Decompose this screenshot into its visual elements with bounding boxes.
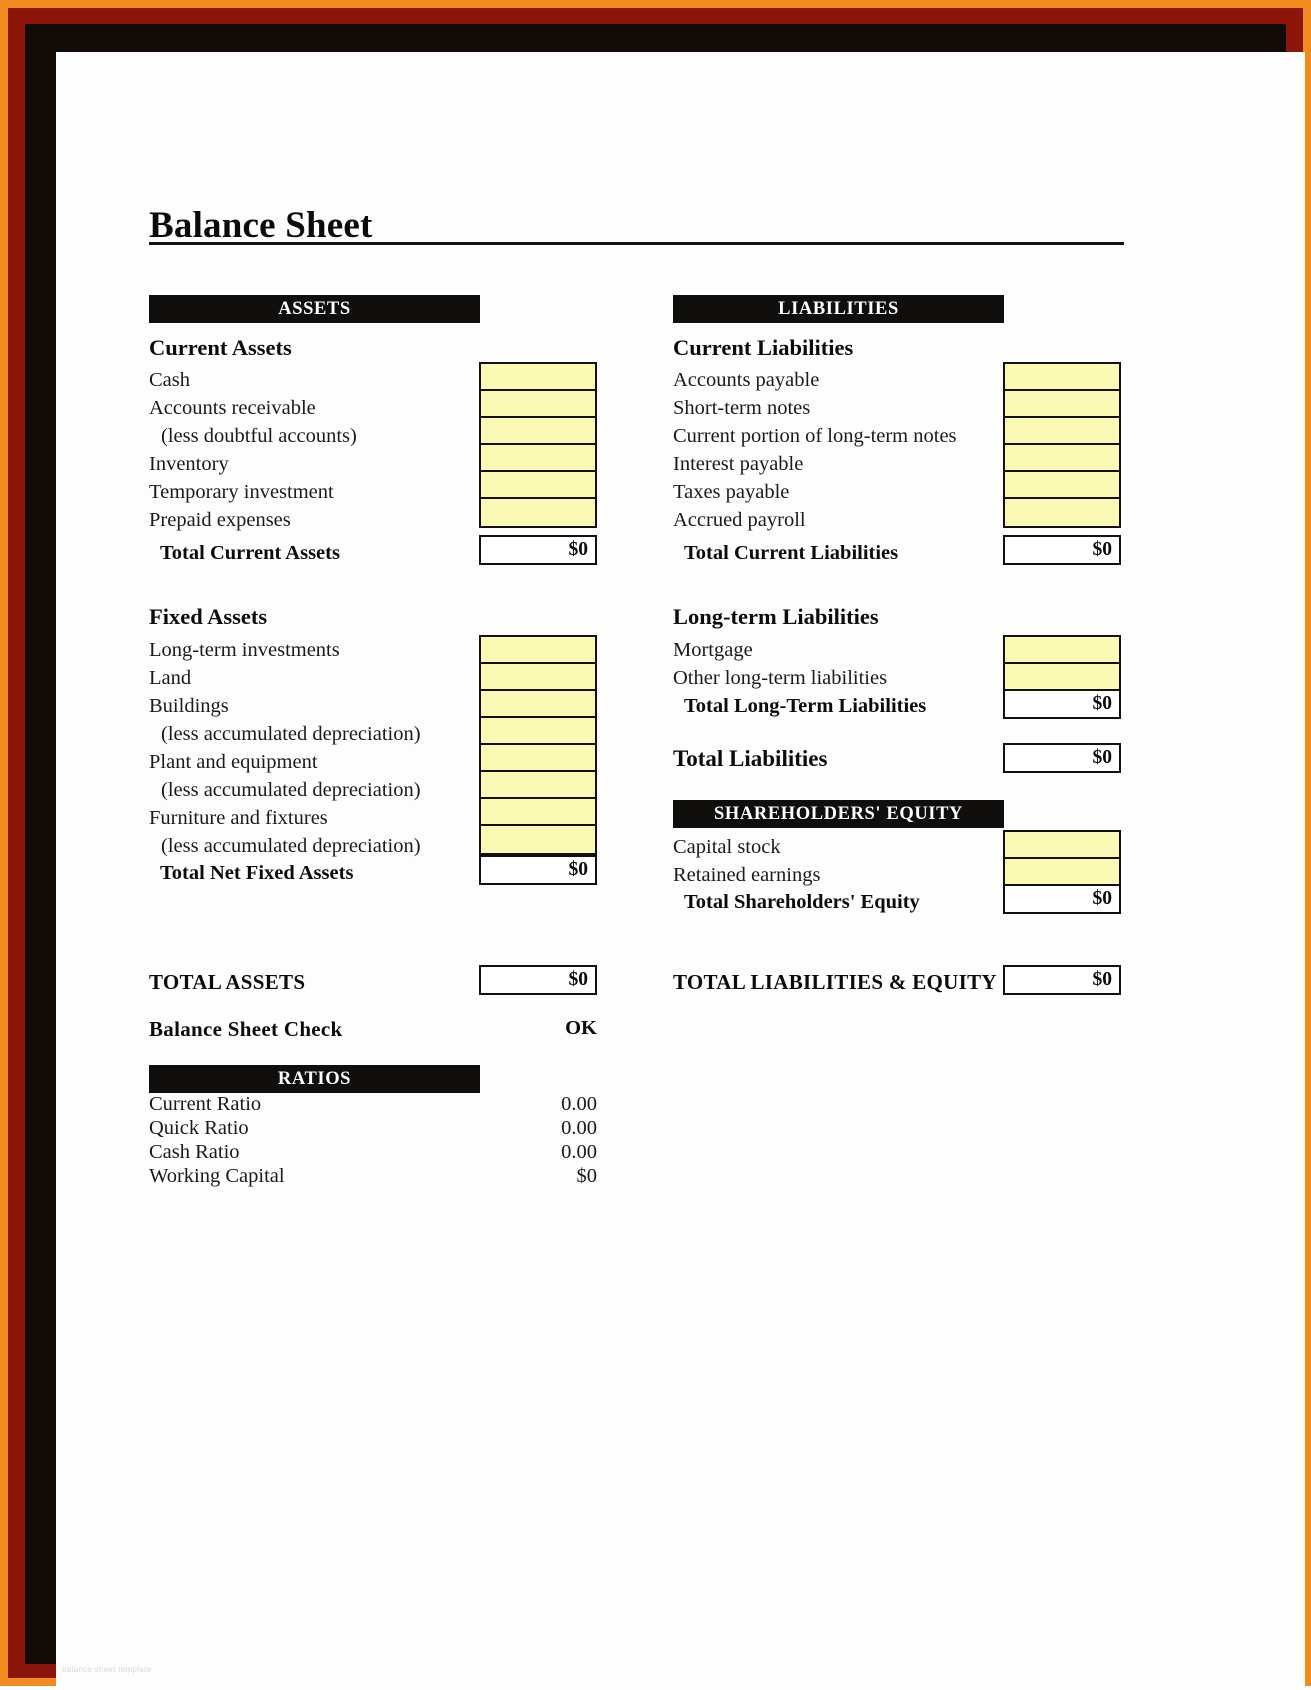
page-frame-inner: Balance Sheet ASSETS Current Assets Cash… xyxy=(25,24,1305,1690)
input-cell-long-term-investments[interactable] xyxy=(481,637,595,664)
page-frame-middle: Balance Sheet ASSETS Current Assets Cash… xyxy=(8,8,1305,1690)
input-cell-buildings-depreciation[interactable] xyxy=(481,718,595,745)
label-total-assets: TOTAL ASSETS xyxy=(149,970,306,994)
title-divider xyxy=(149,242,1124,245)
label-balance-sheet-check: Balance Sheet Check xyxy=(149,1017,343,1041)
value-total-liabilities: $0 xyxy=(1003,743,1121,773)
row-label-furniture-depreciation: (less accumulated depreciation) xyxy=(161,835,421,857)
row-label-retained-earnings: Retained earnings xyxy=(673,864,821,886)
row-label-capital-stock: Capital stock xyxy=(673,836,781,858)
value-total-long-term-liabilities: $0 xyxy=(1003,689,1121,719)
row-label-temporary-investment: Temporary investment xyxy=(149,481,334,503)
row-label-plant-and-equipment: Plant and equipment xyxy=(149,751,318,773)
label-total-long-term-liabilities: Total Long-Term Liabilities xyxy=(684,695,927,717)
row-label-prepaid-expenses: Prepaid expenses xyxy=(149,509,291,531)
input-cell-capital-stock[interactable] xyxy=(1005,832,1119,859)
heading-current-assets: Current Assets xyxy=(149,335,292,360)
value-total-net-fixed-assets: $0 xyxy=(479,855,597,885)
watermark-text: balance sheet template xyxy=(62,1665,152,1674)
value-total-current-assets: $0 xyxy=(479,535,597,565)
label-total-shareholders-equity: Total Shareholders' Equity xyxy=(684,891,920,913)
input-group-current-liabilities xyxy=(1003,362,1121,528)
row-value-working-capital: $0 xyxy=(576,1165,598,1187)
page-frame-outer: Balance Sheet ASSETS Current Assets Cash… xyxy=(0,0,1311,1690)
section-band-ratios: RATIOS xyxy=(149,1065,480,1093)
heading-fixed-assets: Fixed Assets xyxy=(149,604,268,629)
label-total-current-liabilities: Total Current Liabilities xyxy=(684,542,899,564)
input-cell-other-long-term-liabilities[interactable] xyxy=(1005,664,1119,691)
row-label-long-term-investments: Long-term investments xyxy=(149,639,340,661)
row-label-furniture-and-fixtures: Furniture and fixtures xyxy=(149,807,328,829)
row-label-other-long-term-liabilities: Other long-term liabilities xyxy=(673,667,888,689)
row-label-plant-depreciation: (less accumulated depreciation) xyxy=(161,779,421,801)
row-label-working-capital: Working Capital xyxy=(149,1165,285,1187)
row-value-cash-ratio: 0.00 xyxy=(561,1141,597,1163)
section-band-liabilities: LIABILITIES xyxy=(673,295,1004,323)
row-label-cash-ratio: Cash Ratio xyxy=(149,1141,240,1163)
row-label-accounts-payable: Accounts payable xyxy=(673,369,820,391)
input-cell-plant-and-equipment[interactable] xyxy=(481,745,595,772)
value-balance-sheet-check: OK xyxy=(565,1017,597,1039)
label-total-current-assets: Total Current Assets xyxy=(160,542,340,564)
row-label-cash: Cash xyxy=(149,369,190,391)
input-cell-accounts-payable[interactable] xyxy=(1005,364,1119,391)
input-cell-temporary-investment[interactable] xyxy=(481,472,595,499)
label-total-net-fixed-assets: Total Net Fixed Assets xyxy=(160,862,354,884)
input-cell-cash[interactable] xyxy=(481,364,595,391)
row-label-interest-payable: Interest payable xyxy=(673,453,804,475)
input-cell-prepaid-expenses[interactable] xyxy=(481,499,595,526)
input-cell-current-portion-long-term-notes[interactable] xyxy=(1005,418,1119,445)
value-total-current-liabilities: $0 xyxy=(1003,535,1121,565)
input-group-current-assets xyxy=(479,362,597,528)
input-cell-land[interactable] xyxy=(481,664,595,691)
row-label-taxes-payable: Taxes payable xyxy=(673,481,790,503)
input-cell-accrued-payroll[interactable] xyxy=(1005,499,1119,526)
value-total-liabilities-and-equity: $0 xyxy=(1003,965,1121,995)
label-total-liabilities: Total Liabilities xyxy=(673,746,828,771)
page-title: Balance Sheet xyxy=(149,205,373,246)
input-group-fixed-assets xyxy=(479,635,597,855)
row-label-short-term-notes: Short-term notes xyxy=(673,397,811,419)
row-label-mortgage: Mortgage xyxy=(673,639,753,661)
value-total-shareholders-equity: $0 xyxy=(1003,884,1121,914)
document-page: Balance Sheet ASSETS Current Assets Cash… xyxy=(56,52,1305,1690)
input-cell-taxes-payable[interactable] xyxy=(1005,472,1119,499)
heading-long-term-liabilities: Long-term Liabilities xyxy=(673,604,879,629)
input-cell-mortgage[interactable] xyxy=(1005,637,1119,664)
label-total-liabilities-and-equity: TOTAL LIABILITIES & EQUITY xyxy=(673,970,997,994)
row-label-accounts-receivable: Accounts receivable xyxy=(149,397,316,419)
row-label-quick-ratio: Quick Ratio xyxy=(149,1117,249,1139)
row-label-less-doubtful-accounts: (less doubtful accounts) xyxy=(161,425,357,447)
input-cell-retained-earnings[interactable] xyxy=(1005,859,1119,886)
row-label-current-ratio: Current Ratio xyxy=(149,1093,262,1115)
input-cell-less-doubtful-accounts[interactable] xyxy=(481,418,595,445)
input-group-long-term-liabilities xyxy=(1003,635,1121,693)
row-value-quick-ratio: 0.00 xyxy=(561,1117,597,1139)
input-cell-short-term-notes[interactable] xyxy=(1005,391,1119,418)
value-total-assets: $0 xyxy=(479,965,597,995)
row-label-land: Land xyxy=(149,667,192,689)
heading-current-liabilities: Current Liabilities xyxy=(673,335,854,360)
section-band-shareholders-equity: SHAREHOLDERS' EQUITY xyxy=(673,800,1004,828)
row-label-inventory: Inventory xyxy=(149,453,229,475)
balance-sheet: Balance Sheet ASSETS Current Assets Cash… xyxy=(56,52,1305,1690)
input-cell-interest-payable[interactable] xyxy=(1005,445,1119,472)
row-label-buildings-depreciation: (less accumulated depreciation) xyxy=(161,723,421,745)
input-cell-inventory[interactable] xyxy=(481,445,595,472)
input-cell-furniture-and-fixtures[interactable] xyxy=(481,799,595,826)
row-label-current-portion-long-term-notes: Current portion of long-term notes xyxy=(673,425,957,447)
input-group-shareholders-equity xyxy=(1003,830,1121,888)
input-cell-accounts-receivable[interactable] xyxy=(481,391,595,418)
input-cell-plant-depreciation[interactable] xyxy=(481,772,595,799)
row-value-current-ratio: 0.00 xyxy=(561,1093,597,1115)
row-label-accrued-payroll: Accrued payroll xyxy=(673,509,806,531)
row-label-buildings: Buildings xyxy=(149,695,229,717)
section-band-assets: ASSETS xyxy=(149,295,480,323)
input-cell-buildings[interactable] xyxy=(481,691,595,718)
input-cell-furniture-depreciation[interactable] xyxy=(481,826,595,853)
